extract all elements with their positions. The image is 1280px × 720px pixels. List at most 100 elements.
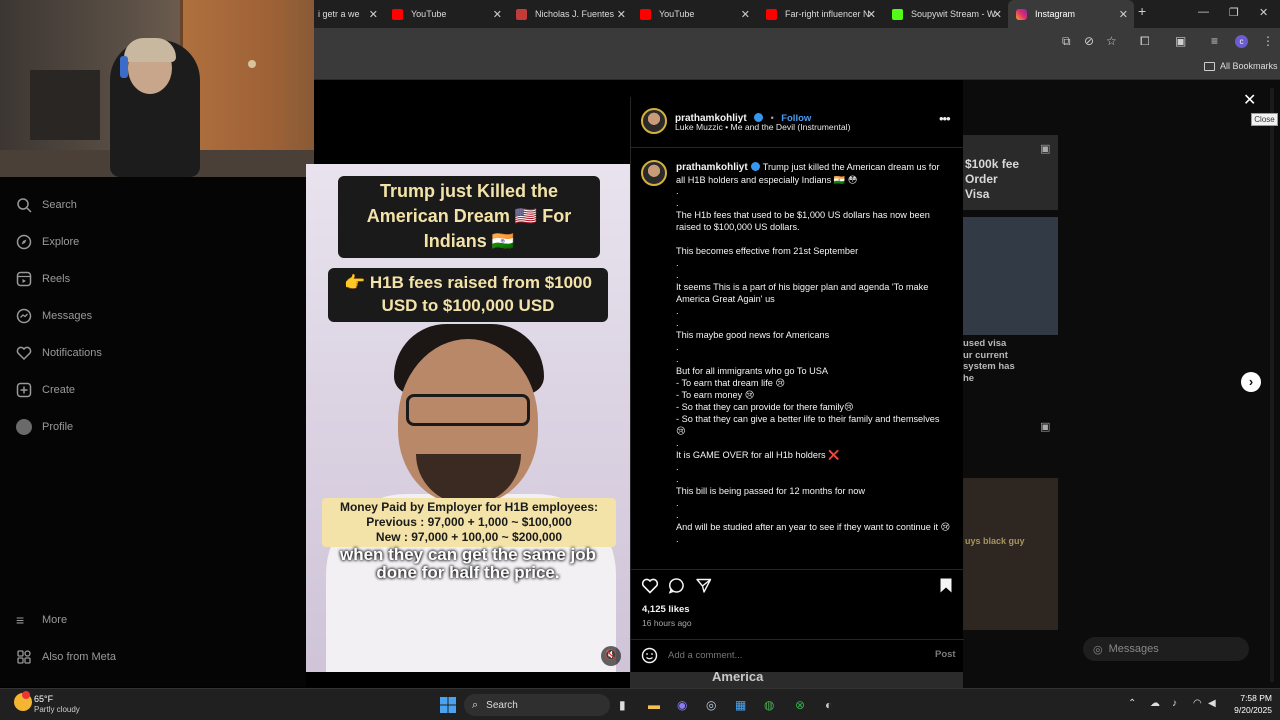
- sidebar-item-search[interactable]: Search: [16, 197, 77, 213]
- close-tab-icon[interactable]: ✕: [1119, 8, 1128, 21]
- close-tab-icon[interactable]: ✕: [867, 8, 876, 21]
- cloud-icon[interactable]: ☁: [1150, 698, 1160, 709]
- webcam-shelf: [30, 70, 100, 140]
- reel-overlay-line: Money Paid by Employer for H1B employees…: [339, 500, 599, 514]
- microphone-icon[interactable]: ♪: [1172, 698, 1177, 709]
- sidebar-item-explore[interactable]: Explore: [16, 234, 79, 250]
- comment-input[interactable]: [668, 647, 918, 663]
- sidebar-item-messages[interactable]: Messages: [16, 308, 92, 324]
- steam-icon[interactable]: ◎: [706, 698, 716, 712]
- windows-taskbar: 65°F Partly cloudy ⌕ Search ▮ ▬ ◉ ◎ ▦ ◍ …: [0, 688, 1280, 720]
- close-tab-icon[interactable]: ✕: [493, 8, 502, 21]
- sidepanel-icon[interactable]: ▣: [1175, 34, 1186, 48]
- close-tab-icon[interactable]: ✕: [617, 8, 626, 21]
- heart-icon: [16, 346, 32, 361]
- comment-icon[interactable]: [668, 577, 685, 594]
- hamburger-icon: ≡: [16, 612, 25, 628]
- share-icon[interactable]: [695, 577, 712, 594]
- webcam-overlay: [0, 0, 314, 177]
- sidebar-item-label: Profile: [42, 421, 74, 433]
- bookmark-icon[interactable]: [939, 577, 953, 594]
- post-panel: prathamkohliyt • Follow Luke Muzzic • Me…: [630, 97, 964, 672]
- menu-kebab-icon[interactable]: ⋮: [1262, 34, 1274, 48]
- taskbar-search[interactable]: ⌕ Search: [464, 694, 610, 716]
- sidebar-item-label: More: [42, 614, 68, 626]
- windows-start-icon[interactable]: [440, 697, 456, 713]
- page-scrollbar[interactable]: [1270, 88, 1274, 682]
- next-post-icon[interactable]: ›: [1241, 372, 1261, 392]
- caption-avatar[interactable]: [641, 160, 667, 186]
- emoji-icon[interactable]: [641, 647, 658, 664]
- background-thumb: uys black guy: [963, 478, 1058, 630]
- volume-icon[interactable]: ◀: [1208, 698, 1216, 709]
- sidebar-item-more[interactable]: ≡ More: [16, 612, 67, 628]
- close-tab-icon[interactable]: ✕: [369, 8, 378, 21]
- audio-track[interactable]: Luke Muzzic • Me and the Devil (Instrume…: [675, 122, 850, 132]
- youtube-icon: [640, 8, 651, 20]
- sidebar-item-also-from-meta[interactable]: Also from Meta: [16, 649, 116, 665]
- close-tab-icon[interactable]: ✕: [993, 8, 1002, 21]
- eye-off-icon[interactable]: ⊘: [1084, 34, 1094, 48]
- close-overlay-icon[interactable]: ✕: [1243, 90, 1256, 110]
- obs-icon[interactable]: ◐: [825, 698, 832, 712]
- author-avatar[interactable]: [641, 108, 667, 134]
- media-icon[interactable]: ≡: [1211, 34, 1218, 48]
- messages-dock[interactable]: ◎ Messages: [1083, 637, 1249, 661]
- browser-tab[interactable]: Nicholas J. Fuentes ✕: [508, 0, 632, 28]
- mute-toggle-icon[interactable]: 🔇: [601, 646, 621, 666]
- background-thumb-text: $100k fee Order Visa: [965, 157, 1020, 201]
- post-time: 16 hours ago: [642, 618, 692, 628]
- browser-tab[interactable]: i getr a we ✕: [310, 0, 384, 28]
- extensions-icon[interactable]: ⧠: [1140, 34, 1150, 49]
- background-strip: America: [630, 672, 963, 688]
- webcam-doorknob: [248, 60, 256, 68]
- new-tab-icon[interactable]: +: [1138, 3, 1146, 19]
- clock-date[interactable]: 9/20/2025: [1224, 705, 1272, 715]
- file-explorer-icon[interactable]: ▬: [648, 698, 660, 712]
- tab-title: Far-right influencer N: [785, 9, 870, 19]
- star-icon[interactable]: ☆: [1106, 34, 1117, 48]
- xbox-icon[interactable]: ⊗: [795, 698, 805, 712]
- task-view-icon[interactable]: ▮: [619, 698, 626, 712]
- sidebar-item-profile[interactable]: Profile: [16, 419, 73, 435]
- divider: [631, 639, 964, 640]
- like-heart-icon[interactable]: [641, 577, 659, 594]
- cast-icon[interactable]: ⧉: [1062, 34, 1071, 49]
- caption-username[interactable]: prathamkohliyt: [676, 162, 748, 173]
- folder-icon: [1204, 62, 1215, 71]
- likes-count[interactable]: 4,125 likes: [642, 604, 690, 615]
- browser-tab-active[interactable]: Instagram ✕: [1008, 0, 1134, 28]
- app-icon[interactable]: ▦: [735, 698, 746, 712]
- reel-caption: when they can get the same job done for …: [339, 545, 596, 582]
- browser-tab[interactable]: Soupywit Stream - W ✕: [884, 0, 1008, 28]
- reel-video[interactable]: Trump just Killed the American Dream 🇺🇸 …: [306, 164, 630, 672]
- discord-icon[interactable]: ◉: [677, 698, 687, 712]
- browser-tab[interactable]: Far-right influencer N ✕: [758, 0, 882, 28]
- sidebar-item-reels[interactable]: Reels: [16, 271, 70, 287]
- browser-tab[interactable]: YouTube ✕: [632, 0, 756, 28]
- plus-square-icon: [16, 382, 32, 398]
- background-thumb-text: used visa ur current system has he: [963, 338, 1015, 384]
- clock-time[interactable]: 7:58 PM: [1228, 693, 1272, 703]
- profile-avatar-icon[interactable]: c: [1235, 35, 1248, 48]
- close-tab-icon[interactable]: ✕: [741, 8, 750, 21]
- browser-tab[interactable]: YouTube ✕: [384, 0, 508, 28]
- chrome-icon[interactable]: ◍: [764, 698, 774, 712]
- minimize-icon[interactable]: —: [1198, 6, 1209, 18]
- maximize-icon[interactable]: ❐: [1229, 6, 1239, 19]
- all-bookmarks-button[interactable]: All Bookmarks: [1220, 61, 1278, 71]
- sidebar-item-create[interactable]: Create: [16, 382, 75, 398]
- kick-icon: [892, 8, 903, 20]
- sidebar-item-label: Reels: [42, 273, 71, 285]
- post-comment-button[interactable]: Post: [935, 649, 956, 660]
- instagram-sidebar: Search Explore Reels Messages Notificati…: [0, 177, 306, 687]
- window-close-icon[interactable]: ✕: [1259, 6, 1268, 19]
- weather-condition[interactable]: Partly cloudy: [34, 705, 80, 714]
- sidebar-item-notifications[interactable]: Notifications: [16, 345, 102, 361]
- reel-overlay-line: New : 97,000 + 100,00 ~ $200,000: [375, 530, 563, 544]
- weather-temp[interactable]: 65°F: [34, 694, 53, 704]
- tray-overflow-icon[interactable]: ⌃: [1128, 698, 1136, 709]
- caption-lead: prathamkohliyt Trump just killed the Amer…: [676, 161, 951, 186]
- more-options-icon[interactable]: •••: [939, 111, 951, 126]
- wifi-icon[interactable]: ◠: [1193, 698, 1202, 709]
